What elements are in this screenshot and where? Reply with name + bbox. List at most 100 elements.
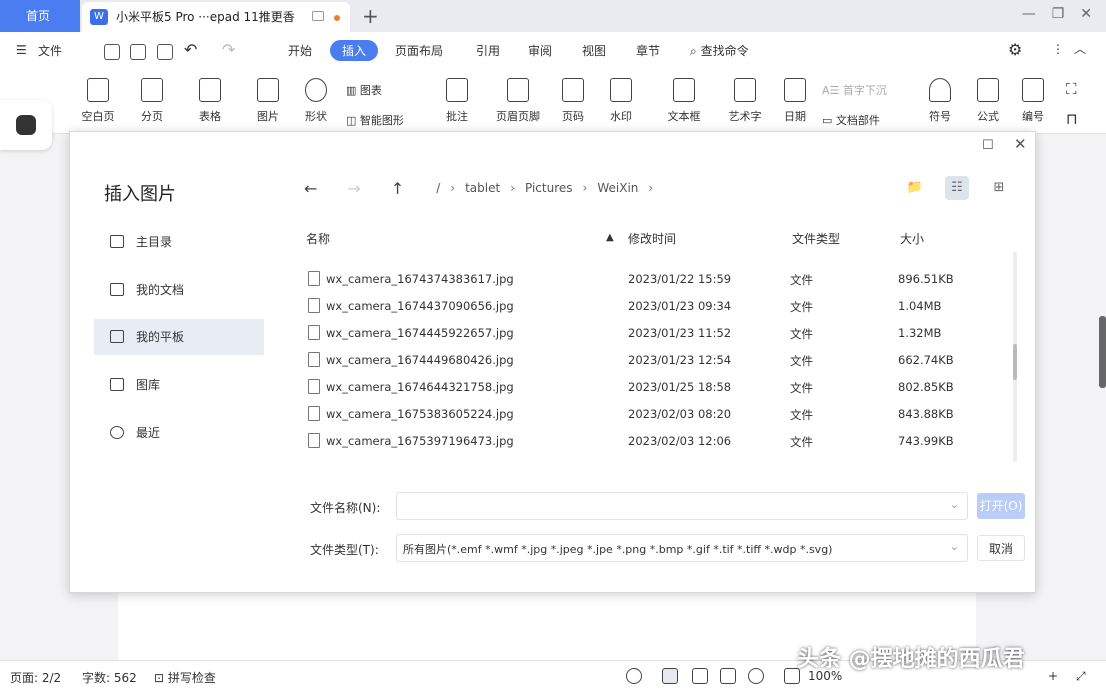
dialog-close-icon[interactable]: ✕	[1014, 135, 1027, 153]
forward-icon[interactable]: →	[347, 179, 360, 198]
new-tab-button[interactable]: +	[362, 4, 379, 28]
menu-view[interactable]: 视图	[582, 42, 606, 59]
doc-parts-button[interactable]: ▭ 文档部件	[822, 112, 880, 128]
menu-reference[interactable]: 引用	[476, 42, 500, 59]
more-icon[interactable]: ⋮	[1052, 42, 1064, 56]
grid-view-icon[interactable]: ⊞	[987, 176, 1011, 200]
shape-button[interactable]: 形状	[292, 78, 340, 124]
column-type[interactable]: 文件类型	[792, 230, 840, 247]
save-icon[interactable]	[130, 44, 146, 60]
nav-item-home[interactable]: 主目录	[94, 224, 264, 260]
formula-button[interactable]: 公式	[968, 78, 1008, 124]
collapse-ribbon-icon[interactable]: ︿	[1074, 40, 1086, 57]
breadcrumb-pictures[interactable]: Pictures	[525, 181, 573, 195]
picture-button[interactable]: 图片	[244, 78, 292, 124]
header-footer-button[interactable]: 页眉页脚	[488, 78, 548, 124]
date-button[interactable]: 日期	[780, 78, 810, 124]
sort-ascending-icon[interactable]: ▲	[606, 232, 614, 243]
monitor-icon[interactable]	[312, 11, 324, 21]
word-count[interactable]: 字数: 562	[82, 669, 137, 686]
bookmark-icon[interactable]: ⊓	[1066, 110, 1078, 128]
back-icon[interactable]: ←	[304, 179, 317, 198]
menu-review[interactable]: 审阅	[528, 42, 552, 59]
assistant-button[interactable]	[0, 100, 52, 150]
new-folder-icon[interactable]: 📁	[903, 176, 927, 200]
breadcrumb-tablet[interactable]: tablet	[465, 181, 500, 195]
ribbon-label: 页眉页脚	[496, 110, 540, 123]
fullscreen-icon[interactable]: ⤢	[1076, 669, 1086, 684]
scrollbar-thumb[interactable]	[1013, 344, 1017, 380]
text-box-button[interactable]: 文本框	[658, 78, 710, 124]
column-size[interactable]: 大小	[900, 230, 924, 247]
outline-view-icon[interactable]	[692, 668, 708, 684]
list-view-icon[interactable]: ☷	[945, 176, 969, 200]
page-view-icon[interactable]	[662, 668, 678, 684]
screenshot-icon[interactable]: ⛶	[1066, 80, 1077, 98]
hamburger-icon[interactable]: ☰	[16, 43, 27, 57]
blank-page-button[interactable]: 空白页	[70, 78, 126, 124]
comment-button[interactable]: 批注	[434, 78, 480, 124]
menu-insert[interactable]: 插入	[330, 40, 379, 61]
numbering-button[interactable]: 编号	[1016, 78, 1050, 124]
page-number-button[interactable]: 页码	[552, 78, 594, 124]
zoom-in-icon[interactable]: +	[1048, 669, 1058, 683]
page-count[interactable]: 页面: 2/2	[10, 669, 61, 686]
breadcrumb-weixin[interactable]: WeiXin	[597, 181, 638, 195]
filetype-select[interactable]: 所有图片(*.emf *.wmf *.jpg *.jpeg *.jpe *.pn…	[396, 534, 968, 562]
word-art-button[interactable]: 艺术字	[718, 78, 772, 124]
up-icon[interactable]: ↑	[391, 179, 404, 198]
page-break-button[interactable]: 分页	[128, 78, 176, 124]
column-name[interactable]: 名称	[306, 230, 330, 247]
table-row[interactable]: wx_camera_1674374383617.jpg 2023/01/22 15…	[302, 266, 1002, 293]
menu-start[interactable]: 开始	[288, 42, 312, 59]
nav-item-my-documents[interactable]: 我的文档	[94, 272, 264, 308]
table-row[interactable]: wx_camera_1674445922657.jpg 2023/01/23 11…	[302, 320, 1002, 347]
chart-button[interactable]: ▥ 图表	[346, 82, 382, 98]
spell-check-button[interactable]: ⊡ 拼写检查	[154, 669, 216, 686]
open-button[interactable]: 打开(O)	[977, 493, 1025, 519]
tab-document[interactable]: W 小米平板5 Pro ···epad 11推更香	[82, 2, 350, 32]
undo-icon[interactable]: ↶	[184, 40, 197, 59]
chevron-right-icon: ›	[582, 181, 588, 195]
chevron-down-icon[interactable]: ⌄	[950, 498, 959, 511]
eye-protect-icon[interactable]	[626, 668, 642, 684]
menu-section[interactable]: 章节	[636, 42, 660, 59]
drop-cap-button[interactable]: A☰ 首字下沉	[822, 82, 887, 98]
open-folder-icon[interactable]	[104, 44, 120, 60]
minimize-icon[interactable]: —	[1022, 6, 1036, 22]
watermark-button[interactable]: 水印	[600, 78, 642, 124]
search-command[interactable]: ⌕ 查找命令	[690, 42, 749, 59]
redo-icon[interactable]: ↷	[222, 40, 235, 59]
table-row[interactable]: wx_camera_1675397196473.jpg 2023/02/03 12…	[302, 428, 1002, 455]
file-list-scrollbar[interactable]	[1013, 252, 1017, 462]
settings-icon[interactable]: ⚙	[1008, 40, 1022, 59]
numbering-icon	[1022, 78, 1044, 102]
page-scrollbar[interactable]	[1099, 316, 1106, 388]
chevron-down-icon[interactable]: ⌄	[950, 540, 959, 553]
maximize-icon[interactable]: ☐	[982, 138, 994, 153]
nav-item-recent[interactable]: 最近	[94, 415, 264, 451]
smart-shape-button[interactable]: ◫ 智能图形	[346, 112, 404, 128]
breadcrumb-root[interactable]: /	[436, 181, 440, 195]
nav-item-my-tablet[interactable]: 我的平板	[94, 319, 264, 355]
table-button[interactable]: 表格	[186, 78, 234, 124]
tab-home[interactable]: 首页	[0, 0, 80, 32]
restore-icon[interactable]: ❐	[1052, 6, 1065, 22]
symbol-button[interactable]: 符号	[922, 78, 958, 124]
export-icon[interactable]	[157, 44, 173, 60]
web-view-icon[interactable]	[748, 668, 764, 684]
chart-icon: ▥	[346, 84, 357, 97]
menu-page-layout[interactable]: 页面布局	[395, 42, 443, 59]
read-mode-icon[interactable]	[720, 668, 736, 684]
cancel-button[interactable]: 取消	[977, 535, 1025, 561]
filename-input[interactable]: ⌄	[396, 492, 968, 520]
file-modified: 2023/01/23 12:54	[628, 353, 732, 367]
nav-item-gallery[interactable]: 图库	[94, 367, 264, 403]
column-modified[interactable]: 修改时间	[628, 230, 676, 247]
menu-file[interactable]: 文件	[38, 42, 62, 59]
table-row[interactable]: wx_camera_1674449680426.jpg 2023/01/23 12…	[302, 347, 1002, 374]
table-row[interactable]: wx_camera_1674437090656.jpg 2023/01/23 09…	[302, 293, 1002, 320]
table-row[interactable]: wx_camera_1674644321758.jpg 2023/01/25 18…	[302, 374, 1002, 401]
table-row[interactable]: wx_camera_1675383605224.jpg 2023/02/03 08…	[302, 401, 1002, 428]
close-icon[interactable]: ✕	[1080, 6, 1092, 22]
